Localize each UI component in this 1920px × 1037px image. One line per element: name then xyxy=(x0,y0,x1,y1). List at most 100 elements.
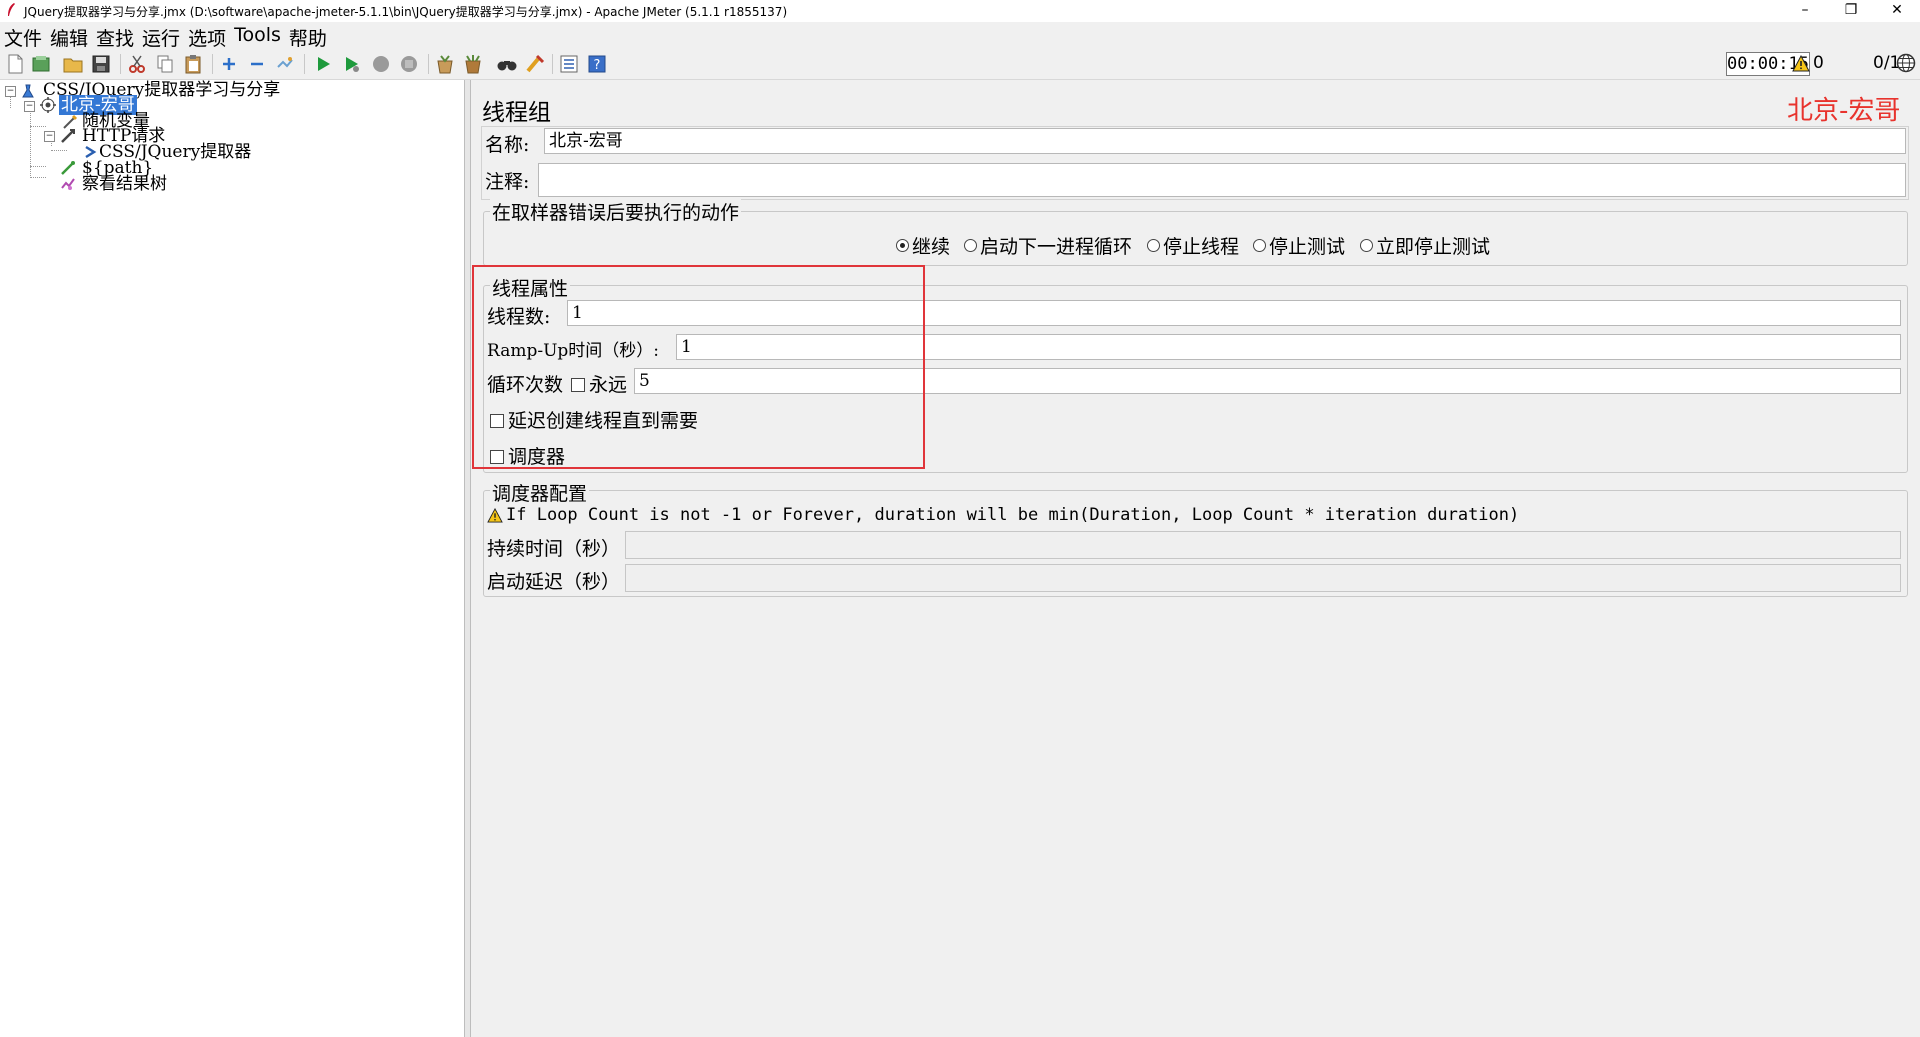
radio-start-next-loop[interactable]: 启动下一进程循环 xyxy=(964,232,1132,259)
scheduler-checkbox[interactable]: 调度器 xyxy=(490,442,565,469)
loop-count-field[interactable]: 5 xyxy=(634,368,1901,394)
toggle-icon[interactable] xyxy=(274,53,296,75)
thread-group-icon xyxy=(40,97,56,113)
expand-icon[interactable] xyxy=(218,53,240,75)
checkbox-box xyxy=(490,450,504,464)
name-label: 名称: xyxy=(485,134,530,156)
rampup-field[interactable]: 1 xyxy=(676,334,1901,360)
checkbox-box xyxy=(490,414,504,428)
radio-stop-test[interactable]: 停止测试 xyxy=(1253,232,1345,259)
maximize-button[interactable]: ❐ xyxy=(1828,0,1874,22)
collapse-icon[interactable] xyxy=(246,53,268,75)
comment-field[interactable] xyxy=(538,163,1906,197)
open-icon[interactable] xyxy=(62,53,84,75)
name-field[interactable]: 北京-宏哥 xyxy=(544,128,1906,154)
cut-icon[interactable] xyxy=(126,53,148,75)
minimize-button[interactable]: – xyxy=(1782,0,1828,22)
new-icon[interactable] xyxy=(4,53,26,75)
expander-thread-group[interactable]: − xyxy=(24,101,35,112)
expander-root[interactable]: − xyxy=(5,86,16,97)
function-helper-icon[interactable] xyxy=(558,53,580,75)
menu-file[interactable]: 文件 xyxy=(0,22,46,50)
jmeter-feather-icon xyxy=(8,3,15,16)
scheduler-warning-text: If Loop Count is not -1 or Forever, dura… xyxy=(506,505,1520,525)
forever-checkbox[interactable]: 永远 xyxy=(571,370,627,397)
test-plan-icon xyxy=(22,84,34,98)
menu-edit[interactable]: 编辑 xyxy=(46,22,92,50)
tree-connector xyxy=(30,126,46,127)
toolbar-separator xyxy=(552,54,553,74)
test-plan-tree: − CSS/JQuery提取器学习与分享 − 北京-宏哥 随机变量 − HTTP… xyxy=(0,80,465,1037)
radio-stop-thread[interactable]: 停止线程 xyxy=(1147,232,1239,259)
toolbar-separator xyxy=(212,54,213,74)
delay-thread-creation-checkbox[interactable]: 延迟创建线程直到需要 xyxy=(490,406,698,433)
checkbox-box xyxy=(571,378,585,392)
radio-dot xyxy=(964,239,977,252)
start-no-pause-icon[interactable] xyxy=(340,53,362,75)
tree-connector xyxy=(51,150,67,151)
thread-count-field[interactable]: 1 xyxy=(567,300,1901,326)
radio-continue-label: 继续 xyxy=(912,236,951,258)
duration-field[interactable] xyxy=(625,531,1901,559)
comment-label: 注释: xyxy=(485,171,530,193)
radio-dot-selected xyxy=(896,239,909,252)
thread-properties-title: 线程属性 xyxy=(490,274,571,301)
stop-icon[interactable] xyxy=(370,53,392,75)
warning-icon xyxy=(487,508,503,523)
toolbar: ? xyxy=(0,49,1920,80)
shutdown-icon[interactable] xyxy=(398,53,420,75)
menu-search[interactable]: 查找 xyxy=(92,22,138,50)
radio-dot xyxy=(1360,239,1373,252)
radio-dot xyxy=(1253,239,1266,252)
scheduler-config-title: 调度器配置 xyxy=(490,479,590,506)
toolbar-separator xyxy=(428,54,429,74)
scheduler-label: 调度器 xyxy=(508,446,566,468)
error-action-title: 在取样器错误后要执行的动作 xyxy=(490,198,742,225)
startup-delay-label: 启动延迟（秒） xyxy=(487,571,621,593)
startup-delay-field[interactable] xyxy=(625,564,1901,592)
radio-continue[interactable]: 继续 xyxy=(896,232,950,259)
expander-http-request[interactable]: − xyxy=(44,131,55,142)
http-sampler-icon xyxy=(61,129,75,143)
thread-count-label: 线程数: xyxy=(487,306,551,328)
title-bar: JQuery提取器学习与分享.jmx (D:\software\apache-j… xyxy=(0,0,1920,22)
warning-icon[interactable] xyxy=(1792,55,1810,72)
menu-help[interactable]: 帮助 xyxy=(285,22,331,50)
clear-all-icon[interactable] xyxy=(462,53,484,75)
watermark-label: 北京-宏哥 xyxy=(1787,96,1901,126)
radio-stop-test-label: 停止测试 xyxy=(1269,236,1346,258)
tree-connector xyxy=(30,177,46,178)
duration-label: 持续时间（秒） xyxy=(487,538,621,560)
close-button[interactable]: ✕ xyxy=(1874,0,1920,22)
clear-icon[interactable] xyxy=(434,53,456,75)
radio-dot xyxy=(1147,239,1160,252)
menu-run[interactable]: 运行 xyxy=(138,22,184,50)
menu-tools[interactable]: Tools xyxy=(230,22,285,48)
tree-connector xyxy=(30,166,46,167)
panel-heading: 线程组 xyxy=(482,100,551,126)
tree-node-results-tree[interactable]: 察看结果树 xyxy=(82,175,167,193)
svg-text:?: ? xyxy=(594,58,601,73)
help-icon[interactable]: ? xyxy=(586,53,608,75)
window-title: JQuery提取器学习与分享.jmx (D:\software\apache-j… xyxy=(24,5,788,19)
radio-start-next-loop-label: 启动下一进程循环 xyxy=(980,236,1133,258)
menu-bar: 文件 编辑 查找 运行 选项 Tools 帮助 xyxy=(0,22,1920,50)
radio-stop-test-now-label: 立即停止测试 xyxy=(1376,236,1491,258)
results-tree-icon xyxy=(61,178,75,190)
search-icon[interactable] xyxy=(496,53,518,75)
toolbar-separator xyxy=(120,54,121,74)
radio-stop-thread-label: 停止线程 xyxy=(1163,236,1240,258)
warning-count: 0 xyxy=(1813,53,1824,73)
save-icon[interactable] xyxy=(90,53,112,75)
copy-icon[interactable] xyxy=(154,53,176,75)
loop-count-label: 循环次数 xyxy=(487,374,564,396)
globe-icon[interactable] xyxy=(1896,53,1916,73)
rampup-label: Ramp-Up时间（秒）: xyxy=(487,341,660,361)
debug-sampler-icon xyxy=(61,161,75,175)
start-icon[interactable] xyxy=(312,53,334,75)
templates-icon[interactable] xyxy=(30,53,52,75)
menu-options[interactable]: 选项 xyxy=(184,22,230,50)
radio-stop-test-now[interactable]: 立即停止测试 xyxy=(1360,232,1490,259)
reset-search-icon[interactable] xyxy=(524,53,546,75)
paste-icon[interactable] xyxy=(182,53,204,75)
